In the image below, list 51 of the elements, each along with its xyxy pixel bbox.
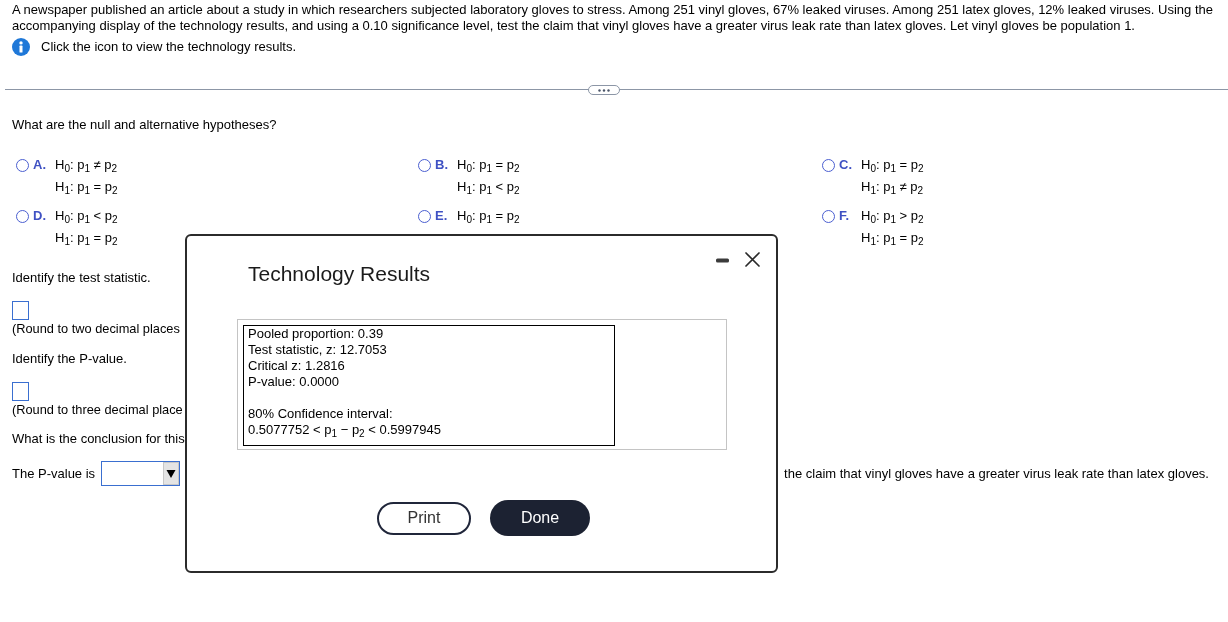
hint-text: (Round to two decimal places xyxy=(12,321,180,337)
problem-text: A newspaper published an article about a study in which researchers subjected laboratory gloves to stress. Among 251 vinyl gloves, 67% leaked viruses. Among 251 latex gloves, 12% leaked viruses. Using the accompanying display of the technology results, and using a 0.10 significance level, test the claim that vinyl gloves have a greater virus leak rate than latex gloves. Let vinyl gloves be population 1. xyxy=(12,2,1214,34)
sentence-text: The P-value is xyxy=(12,465,96,482)
hypothesis-text: H$_{1}$: p$_{1}$ < p$_{2}$ xyxy=(457,178,520,198)
hypothesis-text: H$_{1}$: p$_{1}$ = p$_{2}$ xyxy=(861,229,924,249)
print-button[interactable]: Print xyxy=(377,501,471,535)
output-line: Pooled proportion: 0.39 xyxy=(248,326,384,342)
ellipsis-icon xyxy=(598,88,610,92)
output-line: Critical z: 1.2816 xyxy=(248,358,345,374)
option-letter: A. xyxy=(33,156,47,174)
option-letter: B. xyxy=(435,156,449,174)
expand-button[interactable] xyxy=(588,85,620,95)
done-button[interactable]: Done xyxy=(490,500,590,536)
question-text: What is the conclusion for this xyxy=(12,431,185,447)
question-text: What are the null and alternative hypotheses? xyxy=(12,117,277,133)
caret-icon xyxy=(163,462,180,485)
output-line: 0.5077752 < p$_{1}$ − p$_{2}$ < 0.5997945 xyxy=(248,422,441,438)
hint-text: (Round to three decimal place xyxy=(12,402,183,418)
hypothesis-text: H$_{0}$: p$_{1}$ = p$_{2}$ xyxy=(457,156,520,176)
info-icon[interactable] xyxy=(12,38,30,56)
option-letter: E. xyxy=(435,207,449,225)
radio-button[interactable] xyxy=(16,210,29,223)
option-letter: D. xyxy=(33,207,47,225)
output-line: 80% Confidence interval: xyxy=(248,406,393,422)
minimize-icon[interactable] xyxy=(716,258,729,263)
radio-button[interactable] xyxy=(418,159,431,172)
radio-button[interactable] xyxy=(822,159,835,172)
question-text: Identify the P-value. xyxy=(12,351,127,367)
sentence-text: the claim that vinyl gloves have a greater virus leak rate than latex gloves. xyxy=(784,465,1209,482)
answer-field[interactable] xyxy=(12,382,29,401)
answer-field[interactable] xyxy=(12,301,29,320)
hypothesis-text: H$_{0}$: p$_{1}$ = p$_{2}$ xyxy=(861,156,924,176)
hypothesis-text: H$_{0}$: p$_{1}$ > p$_{2}$ xyxy=(861,207,924,227)
hypothesis-text: H$_{0}$: p$_{1}$ < p$_{2}$ xyxy=(55,207,118,227)
output-line: Test statistic, z: 12.7053 xyxy=(248,342,387,358)
hypothesis-text: H$_{1}$: p$_{1}$ = p$_{2}$ xyxy=(55,229,118,249)
option-letter: F. xyxy=(839,207,851,225)
hypothesis-text: H$_{0}$: p$_{1}$ = p$_{2}$ xyxy=(457,207,520,227)
dialog-title: Technology Results xyxy=(248,261,431,287)
hypothesis-text: H$_{0}$: p$_{1}$ ≠ p$_{2}$ xyxy=(55,156,118,176)
conclusion-dropdown[interactable] xyxy=(101,461,181,486)
option-letter: C. xyxy=(839,156,853,174)
hypothesis-text: H$_{1}$: p$_{1}$ ≠ p$_{2}$ xyxy=(861,178,924,198)
question-text: Identify the test statistic. xyxy=(12,270,151,286)
close-icon[interactable] xyxy=(745,252,760,267)
instruction-text: Click the icon to view the technology results. xyxy=(41,39,297,55)
radio-button[interactable] xyxy=(418,210,431,223)
output-line: P-value: 0.0000 xyxy=(248,374,340,390)
hypothesis-text: H$_{1}$: p$_{1}$ = p$_{2}$ xyxy=(55,178,118,198)
radio-button[interactable] xyxy=(822,210,835,223)
radio-button[interactable] xyxy=(16,159,29,172)
